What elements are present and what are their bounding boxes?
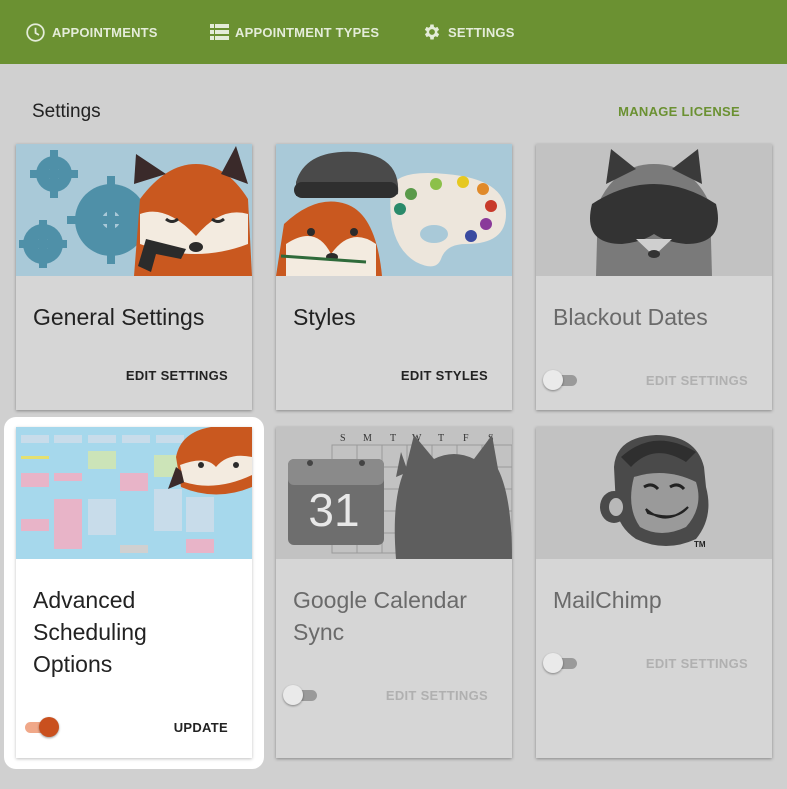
manage-license-link[interactable]: MANAGE LICENSE: [618, 104, 740, 119]
nav-settings[interactable]: SETTINGS: [422, 0, 515, 64]
clock-icon: [25, 22, 46, 43]
advanced-scheduling-toggle[interactable]: [25, 717, 59, 737]
nav-appointments-label: APPOINTMENTS: [52, 24, 158, 40]
card-title: Styles: [293, 304, 356, 330]
google-calendar-toggle[interactable]: [283, 685, 317, 705]
gear-icon: [422, 22, 442, 42]
edit-settings-button[interactable]: EDIT SETTINGS: [386, 688, 488, 703]
nav-settings-label: SETTINGS: [448, 24, 515, 40]
card-title: General Settings: [33, 304, 205, 330]
page-title: Settings: [32, 101, 101, 122]
nav-appointment-types-label: APPOINTMENT TYPES: [235, 24, 380, 40]
card-title-line-2: Scheduling: [33, 619, 147, 645]
card-styles: Styles EDIT STYLES: [276, 144, 512, 410]
advanced-scheduling-illustration: [16, 427, 252, 559]
card-mailchimp: TM MailChimp EDIT SETTINGS: [536, 427, 772, 758]
edit-settings-button[interactable]: EDIT SETTINGS: [646, 373, 748, 388]
google-calendar-illustration: S M T W T F S 31: [276, 427, 512, 559]
card-blackout-dates: Blackout Dates EDIT SETTINGS: [536, 144, 772, 410]
edit-styles-button[interactable]: EDIT STYLES: [401, 368, 488, 383]
card-advanced-scheduling: Advanced Scheduling Options UPDATE: [16, 427, 252, 758]
card-title-line-3: Options: [33, 651, 113, 677]
weekday-s: S: [340, 433, 346, 444]
blackout-dates-illustration: [536, 144, 772, 276]
card-title-line-1: Google Calendar: [293, 587, 467, 613]
top-nav-bar: APPOINTMENTS APPOINTMENT TYPES SETTINGS: [0, 0, 787, 64]
card-title: MailChimp: [553, 587, 662, 613]
list-icon: [210, 24, 229, 40]
weekday-m: M: [363, 433, 372, 444]
calendar-day: 31: [308, 484, 359, 536]
edit-settings-button[interactable]: EDIT SETTINGS: [646, 656, 748, 671]
card-title-line-2: Sync: [293, 619, 345, 645]
trademark: TM: [694, 540, 706, 549]
card-google-calendar-sync: S M T W T F S 31 Google Calendar Sync: [276, 427, 512, 758]
blackout-dates-toggle[interactable]: [543, 370, 577, 390]
general-settings-illustration: [16, 144, 252, 276]
weekday-f: F: [463, 433, 469, 444]
styles-illustration: [276, 144, 512, 276]
card-title: Blackout Dates: [553, 304, 708, 330]
card-general-settings: General Settings EDIT SETTINGS: [16, 144, 252, 410]
weekday-t: T: [390, 433, 396, 444]
mailchimp-toggle[interactable]: [543, 653, 577, 673]
card-title-line-1: Advanced: [33, 587, 136, 613]
weekday-t2: T: [438, 433, 444, 444]
edit-settings-button[interactable]: EDIT SETTINGS: [126, 368, 228, 383]
mailchimp-illustration: TM: [536, 427, 772, 559]
nav-appointments[interactable]: APPOINTMENTS: [25, 0, 158, 64]
update-button[interactable]: UPDATE: [174, 720, 228, 735]
nav-appointment-types[interactable]: APPOINTMENT TYPES: [210, 0, 379, 64]
